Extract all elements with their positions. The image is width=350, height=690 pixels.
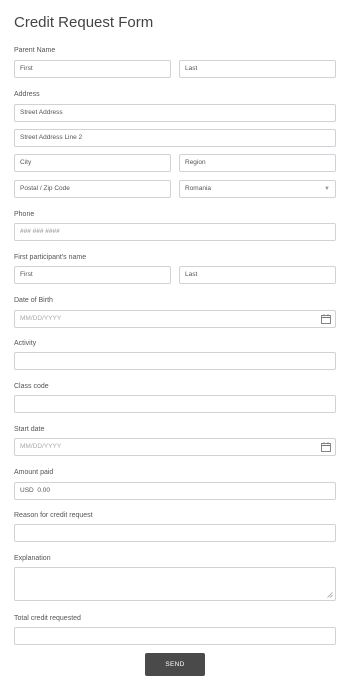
- phone-label: Phone: [14, 211, 35, 218]
- start-date-label: Start date: [14, 426, 45, 433]
- country-select-value: Romania: [185, 185, 212, 192]
- street-address-line2-input[interactable]: Street Address Line 2: [14, 129, 336, 147]
- dob-label: Date of Birth: [14, 297, 53, 304]
- resize-handle-icon[interactable]: [327, 592, 333, 598]
- dob-placeholder: MM/DD/YYYY: [20, 315, 62, 322]
- parent-last-name-input[interactable]: Last: [179, 60, 336, 78]
- activity-label: Activity: [14, 340, 37, 347]
- country-select[interactable]: Romania ▼: [179, 180, 336, 198]
- send-button[interactable]: SEND: [145, 653, 205, 676]
- region-input[interactable]: Region: [179, 154, 336, 172]
- postal-code-input[interactable]: Postal / Zip Code: [14, 180, 171, 198]
- calendar-icon[interactable]: [321, 314, 331, 324]
- parent-name-label: Parent Name: [14, 47, 56, 54]
- page-title: Credit Request Form: [14, 14, 154, 31]
- chevron-down-icon: ▼: [324, 186, 330, 192]
- start-date-input[interactable]: MM/DD/YYYY: [14, 438, 336, 456]
- credit-request-form: Credit Request Form Parent Name First La…: [0, 0, 350, 690]
- class-code-input[interactable]: [14, 395, 336, 413]
- explanation-label: Explanation: [14, 555, 51, 562]
- reason-input[interactable]: [14, 524, 336, 542]
- explanation-textarea[interactable]: [14, 567, 336, 601]
- activity-input[interactable]: [14, 352, 336, 370]
- parent-first-name-input[interactable]: First: [14, 60, 171, 78]
- reason-label: Reason for credit request: [14, 512, 93, 519]
- participant-first-name-input[interactable]: First: [14, 266, 171, 284]
- phone-input[interactable]: ### ### ####: [14, 223, 336, 241]
- amount-paid-label: Amount paid: [14, 469, 54, 476]
- dob-input[interactable]: MM/DD/YYYY: [14, 310, 336, 328]
- address-label: Address: [14, 91, 40, 98]
- total-credit-label: Total credit requested: [14, 615, 81, 622]
- total-credit-input[interactable]: [14, 627, 336, 645]
- participant-name-label: First participant's name: [14, 254, 87, 261]
- amount-paid-input[interactable]: USD 0.00: [14, 482, 336, 500]
- participant-last-name-input[interactable]: Last: [179, 266, 336, 284]
- street-address-input[interactable]: Street Address: [14, 104, 336, 122]
- class-code-label: Class code: [14, 383, 49, 390]
- city-input[interactable]: City: [14, 154, 171, 172]
- start-date-placeholder: MM/DD/YYYY: [20, 443, 62, 450]
- calendar-icon[interactable]: [321, 442, 331, 452]
